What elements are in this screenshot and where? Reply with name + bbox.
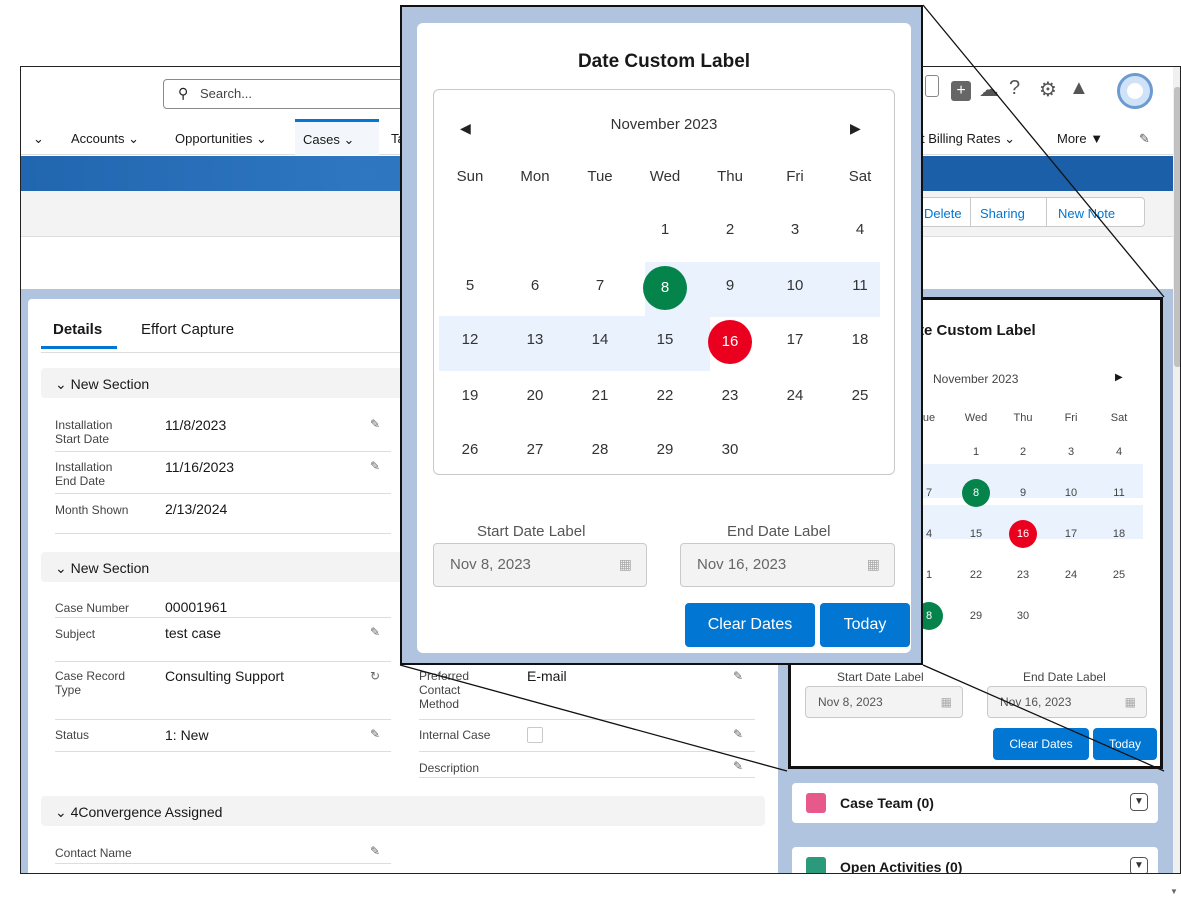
calendar-day[interactable]: 7 <box>580 266 620 306</box>
zoomed-date-picker-callout: Date Custom Label ◀ November 2023 ▶ Sun M… <box>400 5 923 665</box>
calendar-day[interactable]: 5 <box>450 266 490 306</box>
calendar-day[interactable]: 15 <box>645 320 685 360</box>
calendar-day[interactable]: 24 <box>775 376 815 416</box>
calendar-day[interactable]: 6 <box>515 266 555 306</box>
day-of-week-header: Sat <box>848 168 872 185</box>
calendar-day[interactable]: 23 <box>710 376 750 416</box>
calendar-day[interactable]: 28 <box>580 430 620 470</box>
calendar-day[interactable]: 3 <box>775 210 815 250</box>
day-of-week-header: Fri <box>786 168 804 185</box>
end-date-input[interactable]: Nov 16, 2023 ▦ <box>680 543 895 587</box>
calendar-icon: ▦ <box>866 556 880 572</box>
calendar-day[interactable]: 1 <box>645 210 685 250</box>
calendar-day[interactable]: 17 <box>775 320 815 360</box>
day-of-week-header: Thu <box>717 168 743 185</box>
selected-start-day[interactable]: 8 <box>643 266 687 310</box>
calendar-day[interactable]: 4 <box>840 210 880 250</box>
calendar-day[interactable]: 27 <box>515 430 555 470</box>
date-picker-title: Date Custom Label <box>577 51 751 72</box>
calendar-day[interactable]: 19 <box>450 376 490 416</box>
calendar-day[interactable]: 22 <box>645 376 685 416</box>
calendar-day[interactable]: 12 <box>450 320 490 360</box>
calendar-day[interactable]: 26 <box>450 430 490 470</box>
start-date-label: Start Date Label <box>477 523 586 540</box>
next-month-icon[interactable]: ▶ <box>850 120 861 137</box>
calendar-day[interactable]: 13 <box>515 320 555 360</box>
day-of-week-header: Tue <box>587 168 613 185</box>
calendar-day[interactable]: 30 <box>710 430 750 470</box>
calendar: ◀ November 2023 ▶ Sun Mon Tue Wed Thu Fri Sat 1… <box>433 89 895 475</box>
clear-dates-button[interactable]: Clear Dates <box>685 603 815 647</box>
calendar-day[interactable]: 14 <box>580 320 620 360</box>
day-of-week-header: Sun <box>456 168 484 185</box>
calendar-day[interactable]: 25 <box>840 376 880 416</box>
end-date-label: End Date Label <box>727 523 831 540</box>
calendar-day[interactable]: 10 <box>775 266 815 306</box>
day-of-week-header: Mon <box>520 168 550 185</box>
month-label: November 2023 <box>610 116 718 133</box>
zoom-connector-line <box>922 664 1165 772</box>
start-date-input[interactable]: Nov 8, 2023 ▦ <box>433 543 647 587</box>
calendar-day[interactable]: 18 <box>840 320 880 360</box>
zoom-connector-line <box>922 4 1165 298</box>
selected-end-day[interactable]: 16 <box>708 320 752 364</box>
calendar-day[interactable]: 29 <box>645 430 685 470</box>
calendar-icon: ▦ <box>618 556 632 572</box>
calendar-day[interactable]: 9 <box>710 266 750 306</box>
calendar-day[interactable]: 20 <box>515 376 555 416</box>
calendar-day[interactable]: 11 <box>840 266 880 306</box>
calendar-day[interactable]: 2 <box>710 210 750 250</box>
start-date-value: Nov 8, 2023 <box>450 556 531 573</box>
today-button[interactable]: Today <box>820 603 910 647</box>
end-date-value: Nov 16, 2023 <box>697 556 787 573</box>
date-range-card: Date Custom Label ◀ November 2023 ▶ Sun M… <box>417 23 911 653</box>
zoom-connector-line <box>399 664 788 772</box>
calendar-day[interactable]: 21 <box>580 376 620 416</box>
day-of-week-header: Wed <box>649 168 681 185</box>
